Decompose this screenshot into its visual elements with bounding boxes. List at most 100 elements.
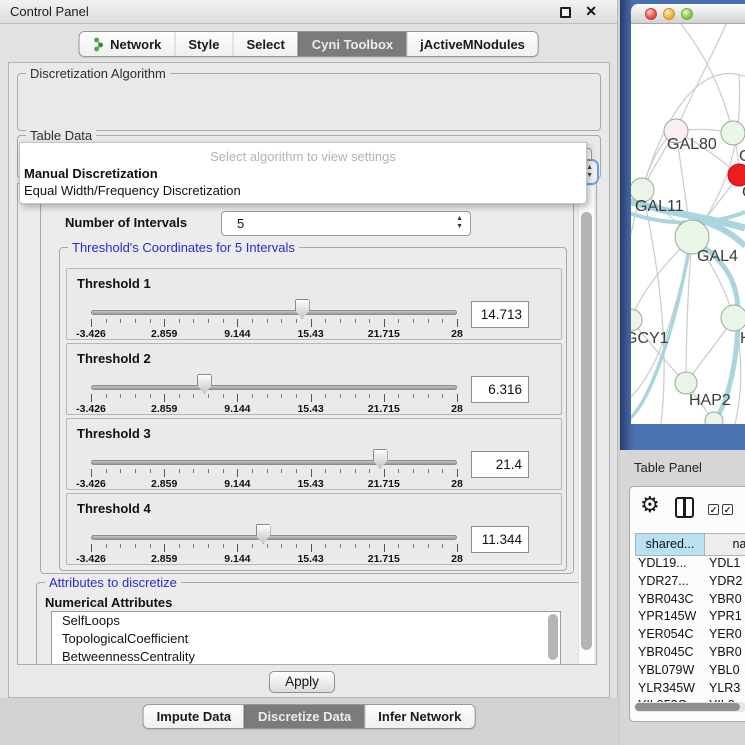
slider-track[interactable]: [91, 535, 457, 540]
slider-track[interactable]: [91, 460, 457, 465]
network-graph: [631, 24, 745, 424]
table-cell[interactable]: YBL0: [705, 663, 745, 681]
node-partial-top[interactable]: [721, 121, 745, 145]
panel-title: Control Panel: [10, 4, 89, 19]
tab-style[interactable]: Style: [174, 32, 232, 56]
tick-mark: [398, 469, 399, 473]
threshold-value-field[interactable]: 21.4: [471, 451, 529, 478]
table-row[interactable]: YLR345WYLR3: [635, 681, 745, 699]
table-cell[interactable]: YDR2: [705, 574, 745, 592]
node-gcy1[interactable]: [631, 309, 642, 331]
slider-thumb[interactable]: [256, 524, 271, 544]
table-cell[interactable]: YPR1: [705, 609, 745, 627]
tab-jactivemnodules[interactable]: jActiveMNodules: [406, 32, 538, 56]
checkbox-checked-icon[interactable]: ✓: [708, 504, 719, 515]
table-cell[interactable]: YBR045C: [635, 645, 705, 663]
table-row[interactable]: YBR043CYBR0: [635, 592, 745, 610]
table-toolbar: ⚙ ✓ ✓: [630, 487, 745, 531]
table-cell[interactable]: YER0: [705, 627, 745, 645]
tick-mark: [193, 319, 194, 323]
node-label-partial-top: GA: [739, 148, 745, 166]
tick-mark: [369, 544, 370, 548]
tick-mark: [120, 394, 121, 398]
tick-mark: [179, 394, 180, 398]
tick-mark: [340, 544, 341, 548]
number-of-intervals-combobox[interactable]: 5 ▲▼: [221, 211, 471, 236]
table-row[interactable]: YDR27...YDR2: [635, 574, 745, 592]
threshold-value-field[interactable]: 6.316: [471, 376, 529, 403]
table-cell[interactable]: YLR345W: [635, 681, 705, 699]
tab-impute-data[interactable]: Impute Data: [144, 705, 244, 728]
table-cell[interactable]: YPR145W: [635, 609, 705, 627]
panel-scrollbar[interactable]: [578, 186, 594, 664]
table-cell[interactable]: YDR27...: [635, 574, 705, 592]
threshold-value-field[interactable]: 14.713: [471, 301, 529, 328]
attribute-item[interactable]: BetweennessCentrality: [52, 648, 560, 665]
float-window-icon[interactable]: [560, 7, 571, 18]
algorithm-option[interactable]: Equal Width/Frequency Discretization: [20, 182, 586, 199]
tick-mark: [281, 544, 282, 548]
interval-definition-group: Interval Definition Number of Intervals …: [40, 194, 574, 574]
minimize-traffic-icon[interactable]: [663, 8, 675, 20]
threshold-label: Threshold 3: [77, 426, 151, 441]
tick-mark: [120, 544, 121, 548]
gear-icon[interactable]: ⚙: [640, 492, 660, 518]
apply-button[interactable]: Apply: [269, 671, 335, 693]
node-red-selected[interactable]: [728, 164, 745, 186]
node-h-partial[interactable]: [721, 305, 745, 331]
close-traffic-icon[interactable]: [645, 8, 657, 20]
tab-infer-network[interactable]: Infer Network: [364, 705, 474, 728]
tab-network[interactable]: Network: [79, 32, 174, 56]
tick-mark: [164, 319, 165, 327]
table-cell[interactable]: YBR043C: [635, 592, 705, 610]
table-row[interactable]: YBL079WYBL0: [635, 663, 745, 681]
table-cell[interactable]: YDL19...: [635, 556, 705, 574]
node-label-gcy1: GCY1: [631, 330, 669, 348]
group-title: Table Data: [26, 128, 96, 143]
table-cell[interactable]: YER054C: [635, 627, 705, 645]
node-table: shared... na YDL19...YDL1YDR27...YDR2YBR…: [635, 533, 745, 702]
numerical-attributes-list[interactable]: SelfLoopsTopologicalCoefficientBetweenne…: [51, 611, 561, 665]
slider-thumb[interactable]: [295, 299, 310, 319]
column-header-name[interactable]: na: [705, 533, 745, 556]
table-cell[interactable]: YBL079W: [635, 663, 705, 681]
algorithm-option[interactable]: Manual Discretization: [20, 165, 586, 182]
discretization-algorithm-group: Discretization Algorithm: [17, 73, 601, 131]
table-row[interactable]: YDL19...YDL1: [635, 556, 745, 574]
tick-mark: [223, 544, 224, 548]
list-scrollbar[interactable]: [548, 614, 558, 660]
close-icon[interactable]: ✕: [585, 3, 597, 20]
scrollbar-thumb[interactable]: [581, 212, 592, 650]
table-cell[interactable]: YDL1: [705, 556, 745, 574]
table-cell[interactable]: YLR3: [705, 681, 745, 699]
attribute-item[interactable]: TopologicalCoefficient: [52, 630, 560, 648]
tab-select[interactable]: Select: [232, 32, 297, 56]
tick-label: 2.859: [151, 328, 177, 340]
table-row[interactable]: YBR045CYBR0: [635, 645, 745, 663]
attribute-item[interactable]: SelfLoops: [52, 612, 560, 630]
network-canvas[interactable]: GAL80 GA C GAL11 GAL4 GCY1 H HAP2: [631, 24, 745, 424]
node-hap2[interactable]: [675, 372, 697, 394]
table-row[interactable]: YPR145WYPR1: [635, 609, 745, 627]
tick-label: 21.715: [368, 403, 400, 415]
scrollbar-thumb[interactable]: [635, 703, 740, 711]
tab-discretize-data[interactable]: Discretize Data: [244, 705, 364, 728]
slider-thumb[interactable]: [373, 449, 388, 469]
tick-label: 15.43: [297, 403, 323, 415]
table-cell[interactable]: YBR0: [705, 592, 745, 610]
tab-cyni-toolbox[interactable]: Cyni Toolbox: [298, 32, 406, 56]
slider-track[interactable]: [91, 385, 457, 390]
tick-mark: [150, 319, 151, 323]
slider-track[interactable]: [91, 310, 457, 315]
horizontal-scrollbar[interactable]: [634, 702, 745, 712]
table-row[interactable]: YER054CYER0: [635, 627, 745, 645]
column-header-shared-name[interactable]: shared...: [635, 533, 705, 556]
checkbox-checked-icon[interactable]: ✓: [722, 504, 733, 515]
tick-mark: [457, 394, 458, 402]
table-cell[interactable]: YBR0: [705, 645, 745, 663]
zoom-traffic-icon[interactable]: [681, 8, 693, 20]
columns-icon[interactable]: [675, 497, 694, 518]
threshold-value-field[interactable]: 11.344: [471, 526, 529, 553]
slider-thumb[interactable]: [197, 374, 212, 394]
slider-tick-labels: -3.4262.8599.14415.4321.71528: [91, 553, 457, 565]
